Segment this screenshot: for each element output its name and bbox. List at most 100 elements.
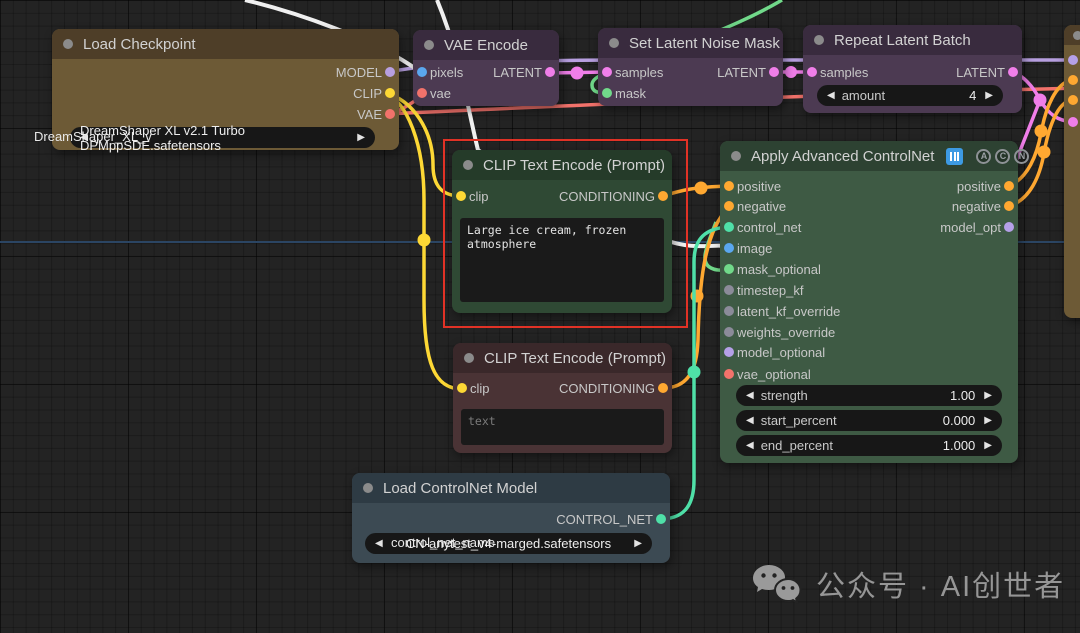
node-repeat-latent-batch[interactable]: Repeat Latent Batch samples LATENT ◀ amo… [803,25,1022,113]
model-slot-dot[interactable] [385,67,395,77]
stepper-decrement-icon[interactable]: ◀ [746,440,754,451]
reroute-dot-clip[interactable] [418,234,431,247]
output-latent[interactable]: LATENT [803,62,1022,82]
combo-next-icon[interactable]: ▶ [634,538,642,549]
ckpt-name-combo[interactable]: ◀ DreamShaper_XL_v DreamShaper XL v2.1 T… [70,127,375,148]
node-set-latent-noise-mask[interactable]: Set Latent Noise Mask samples mask LATEN… [598,28,783,106]
latent-slot-dot[interactable] [1068,117,1078,127]
node-header[interactable]: CLIP Text Encode (Prompt) [453,343,672,373]
latent-slot-dot[interactable] [545,67,555,77]
output-conditioning[interactable]: CONDITIONING [453,378,672,398]
image-slot-dot[interactable] [724,243,734,253]
model-slot-dot[interactable] [1068,55,1078,65]
latent-slot-dot[interactable] [1008,67,1018,77]
reroute-dot-control-net[interactable] [688,366,701,379]
node-clip-text-encode-negative[interactable]: CLIP Text Encode (Prompt) clip CONDITION… [453,343,672,453]
collapse-dot-icon[interactable] [1073,31,1080,40]
input-timestep-kf[interactable]: timestep_kf [720,280,1018,300]
stepper-increment-icon[interactable]: ▶ [984,390,992,401]
amount-stepper[interactable]: ◀ amount 4 ▶ [817,85,1003,106]
mask-slot-dot[interactable] [724,264,734,274]
collapse-dot-icon[interactable] [463,160,473,170]
stepper-increment-icon[interactable]: ▶ [985,90,993,101]
model-slot-dot[interactable] [724,347,734,357]
collapse-dot-icon[interactable] [464,353,474,363]
output-latent[interactable]: LATENT [598,62,783,82]
node-load-checkpoint[interactable]: Load Checkpoint MODEL CLIP VAE ◀ DreamSh… [52,29,399,150]
optional-slot-dot[interactable] [724,306,734,316]
collapse-dot-icon[interactable] [63,39,73,49]
output-negative[interactable]: negative [720,196,1018,216]
output-clip[interactable]: CLIP [52,83,399,103]
input-image[interactable]: image [720,238,1018,258]
clip-slot-dot[interactable] [385,88,395,98]
input-mask[interactable]: mask [598,83,783,103]
output-vae[interactable]: VAE [52,104,399,124]
input-latent-image[interactable] [1064,112,1080,132]
node-apply-advanced-controlnet[interactable]: Apply Advanced ControlNet A C N positive… [720,141,1018,463]
collapse-dot-icon[interactable] [363,483,373,493]
stepper-increment-icon[interactable]: ▶ [984,440,992,451]
conditioning-slot-dot[interactable] [1068,75,1078,85]
input-latent-kf-override[interactable]: latent_kf_override [720,301,1018,321]
node-ksampler-partial[interactable] [1064,25,1080,318]
end-percent-stepper[interactable]: ◀ end_percent 1.000 ▶ [736,435,1002,456]
node-graph-canvas[interactable]: Load Checkpoint MODEL CLIP VAE ◀ DreamSh… [0,0,1080,633]
node-header[interactable]: CLIP Text Encode (Prompt) [452,150,672,180]
conditioning-slot-dot[interactable] [1004,201,1014,211]
reroute-dot-latent-3[interactable] [1034,94,1047,107]
input-weights-override[interactable]: weights_override [720,322,1018,342]
stepper-decrement-icon[interactable]: ◀ [746,390,754,401]
start-percent-stepper[interactable]: ◀ start_percent 0.000 ▶ [736,410,1002,431]
conditioning-slot-dot[interactable] [658,191,668,201]
node-header[interactable]: Repeat Latent Batch [803,25,1022,55]
input-negative[interactable] [1064,90,1080,110]
collapse-dot-icon[interactable] [731,151,741,161]
output-positive[interactable]: positive [720,176,1018,196]
collapse-dot-icon[interactable] [814,35,824,45]
stepper-increment-icon[interactable]: ▶ [984,415,992,426]
prompt-textarea[interactable]: text [461,409,664,445]
node-clip-text-encode-positive[interactable]: CLIP Text Encode (Prompt) clip CONDITION… [452,150,672,313]
input-positive[interactable] [1064,70,1080,90]
vae-slot-dot[interactable] [417,88,427,98]
node-header[interactable] [1064,25,1080,45]
input-vae[interactable]: vae [413,83,559,103]
collapse-dot-icon[interactable] [424,40,434,50]
output-latent[interactable]: LATENT [413,62,559,82]
optional-slot-dot[interactable] [724,285,734,295]
output-model[interactable]: MODEL [52,62,399,82]
conditioning-slot-dot[interactable] [1068,95,1078,105]
reroute-dot-acn-pos[interactable] [1035,125,1048,138]
mask-slot-dot[interactable] [602,88,612,98]
control-net-slot-dot[interactable] [656,514,666,524]
output-control-net[interactable]: CONTROL_NET [352,509,670,529]
input-vae-optional[interactable]: vae_optional [720,364,1018,384]
input-model-optional[interactable]: model_optional [720,342,1018,362]
stepper-decrement-icon[interactable]: ◀ [827,90,835,101]
reroute-dot-acn-neg[interactable] [1038,146,1051,159]
combo-prev-icon[interactable]: ◀ [375,538,383,549]
prompt-textarea[interactable]: Large ice cream, frozen atmosphere [460,218,664,302]
input-mask-optional[interactable]: mask_optional [720,259,1018,279]
node-header[interactable]: Set Latent Noise Mask [598,28,783,58]
controlnet-name-combo[interactable]: ◀ control_net_name CN-anytest_v4-marged.… [365,533,652,554]
conditioning-slot-dot[interactable] [1004,181,1014,191]
vae-slot-dot[interactable] [385,109,395,119]
node-header[interactable]: Apply Advanced ControlNet A C N [720,141,1018,171]
node-header[interactable]: Load Checkpoint [52,29,399,59]
latent-slot-dot[interactable] [769,67,779,77]
vae-slot-dot[interactable] [724,369,734,379]
node-header[interactable]: Load ControlNet Model [352,473,670,503]
node-load-controlnet-model[interactable]: Load ControlNet Model CONTROL_NET ◀ cont… [352,473,670,563]
node-vae-encode[interactable]: VAE Encode pixels vae LATENT [413,30,559,106]
output-model-opt[interactable]: model_opt [720,217,1018,237]
reroute-dot-positive[interactable] [695,182,708,195]
reroute-dot-latent-1[interactable] [571,67,584,80]
conditioning-slot-dot[interactable] [658,383,668,393]
node-header[interactable]: VAE Encode [413,30,559,60]
output-conditioning[interactable]: CONDITIONING [452,186,672,206]
optional-slot-dot[interactable] [724,327,734,337]
reroute-dot-latent-2[interactable] [785,66,797,78]
strength-stepper[interactable]: ◀ strength 1.00 ▶ [736,385,1002,406]
